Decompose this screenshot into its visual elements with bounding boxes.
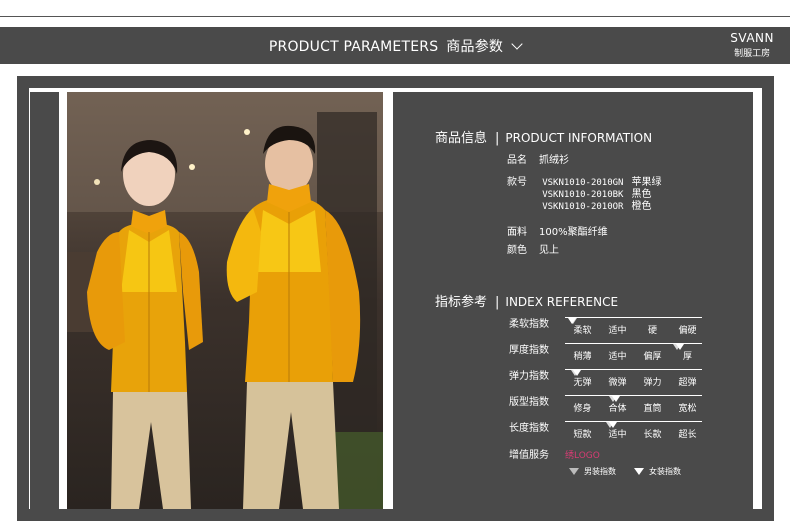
index-option: 适中 [608, 430, 627, 440]
white-triangle-icon [634, 468, 644, 475]
index-row-fit: 版型指数 修身 合体 直筒 宽松 [509, 389, 709, 415]
models-wearing-fleece-image [67, 92, 383, 509]
product-name-value: 抓绒衫 [539, 155, 569, 166]
index-options: 稍薄 适中 偏厚 厚 [565, 349, 705, 362]
fabric-label: 面料 [507, 227, 527, 238]
index-option: 无弹 [573, 378, 592, 388]
index-label: 厚度指数 [509, 345, 549, 356]
product-info-heading: 商品信息 | PRODUCT INFORMATION [435, 127, 652, 146]
fabric-value: 100%聚酯纤维 [539, 227, 608, 238]
heading-separator: | [495, 131, 500, 146]
index-option: 宽松 [678, 404, 697, 414]
index-scale-line [565, 317, 702, 324]
index-options: 修身 合体 直筒 宽松 [565, 401, 705, 414]
index-reference-title-en: INDEX REFERENCE [505, 295, 619, 309]
sku-item: VSKN1010-2010GN 苹果绿 [542, 177, 661, 189]
sku-color: 苹果绿 [631, 177, 662, 188]
index-option: 短款 [573, 430, 592, 440]
gray-triangle-icon [569, 468, 579, 475]
index-options: 无弹 微弹 弹力 超弹 [565, 375, 705, 388]
index-option: 偏硬 [678, 326, 697, 336]
index-label: 弹力指数 [509, 371, 549, 382]
sku-label: 款号 [507, 177, 527, 188]
index-row-thickness: 厚度指数 稍薄 适中 偏厚 厚 [509, 337, 709, 363]
sku-code: VSKN1010-2010OR [542, 202, 624, 212]
index-option: 长款 [643, 430, 662, 440]
index-reference-heading: 指标参考 | INDEX REFERENCE [435, 291, 618, 310]
parameters-title[interactable]: PRODUCT PARAMETERS 商品参数 [0, 36, 790, 56]
index-option: 超弹 [678, 378, 697, 388]
product-name-row: 品名 抓绒衫 [507, 155, 569, 167]
heading-separator: | [495, 295, 500, 310]
index-legend: 男装指数 女装指数 [569, 466, 681, 477]
index-options: 柔软 适中 硬 偏硬 [565, 323, 705, 336]
brand-name: SVANN [730, 31, 774, 45]
product-info-panel: 商品信息 | PRODUCT INFORMATION 品名 抓绒衫 款号 VSKN10… [393, 92, 753, 509]
index-option: 适中 [608, 352, 627, 362]
brand-logo: SVANN 制服工房 [730, 31, 774, 59]
sku-code: VSKN1010-2010BK [542, 190, 624, 200]
sku-color: 橙色 [631, 201, 652, 212]
index-option: 弹力 [643, 378, 662, 388]
chevron-down-icon [511, 38, 523, 50]
index-option: 柔软 [573, 326, 592, 336]
index-scale-line [565, 369, 702, 376]
index-option: 硬 [647, 326, 657, 336]
index-options: 短款 适中 长款 超长 [565, 427, 705, 440]
index-option: 直筒 [643, 404, 662, 414]
index-row-softness: 柔软指数 柔软 适中 硬 偏硬 [509, 311, 709, 337]
photo-side-band [30, 92, 59, 509]
index-option: 修身 [573, 404, 592, 414]
legend-womens-label: 女装指数 [649, 467, 681, 476]
index-option: 超长 [678, 430, 697, 440]
product-name-label: 品名 [507, 155, 527, 166]
index-option: 稍薄 [573, 352, 592, 362]
index-option: 偏厚 [643, 352, 662, 362]
legend-mens-label: 男装指数 [584, 467, 616, 476]
color-row: 颜色 见上 [507, 245, 559, 257]
sku-row: 款号 VSKN1010-2010GN 苹果绿 VSKN1010-2010BK 黑色 … [507, 177, 661, 213]
index-label: 柔软指数 [509, 319, 549, 330]
sku-item: VSKN1010-2010BK 黑色 [542, 189, 661, 201]
parameters-header-bar: PRODUCT PARAMETERS 商品参数 SVANN 制服工房 [0, 27, 790, 64]
color-value: 见上 [539, 245, 559, 256]
sku-color: 黑色 [631, 189, 652, 200]
parameters-title-cn: 商品参数 [446, 39, 504, 55]
parameters-title-en: PRODUCT PARAMETERS [268, 39, 439, 55]
index-option: 适中 [608, 326, 627, 336]
sku-item: VSKN1010-2010OR 橙色 [542, 201, 661, 213]
product-photo [67, 92, 383, 509]
product-info-title-en: PRODUCT INFORMATION [505, 131, 653, 145]
index-option: 合体 [608, 404, 627, 414]
sku-list: VSKN1010-2010GN 苹果绿 VSKN1010-2010BK 黑色 VSK… [542, 177, 661, 213]
legend-womens: 女装指数 [634, 466, 681, 477]
logo-embroidery-value: 绣LOGO [565, 451, 600, 461]
index-option: 厚 [682, 352, 692, 362]
value-added-service-row: 增值服务 绣LOGO [509, 446, 600, 461]
brand-subtitle: 制服工房 [734, 49, 771, 59]
index-scale-line [565, 343, 702, 350]
top-rule [0, 16, 790, 17]
sku-code: VSKN1010-2010GN [542, 178, 624, 188]
product-info-title-cn: 商品信息 [435, 131, 488, 146]
index-label: 版型指数 [509, 397, 549, 408]
legend-mens: 男装指数 [569, 466, 616, 477]
index-option: 微弹 [608, 378, 627, 388]
index-scale-line [565, 421, 702, 428]
index-row-elasticity: 弹力指数 无弹 微弹 弹力 超弹 [509, 363, 709, 389]
value-added-service-label: 增值服务 [509, 450, 549, 461]
index-scale-line [565, 395, 702, 402]
index-label: 长度指数 [509, 423, 549, 434]
index-reference-title-cn: 指标参考 [435, 295, 488, 310]
index-row-length: 长度指数 短款 适中 长款 超长 [509, 415, 709, 441]
fabric-row: 面料 100%聚酯纤维 [507, 227, 608, 239]
color-label: 颜色 [507, 245, 527, 256]
